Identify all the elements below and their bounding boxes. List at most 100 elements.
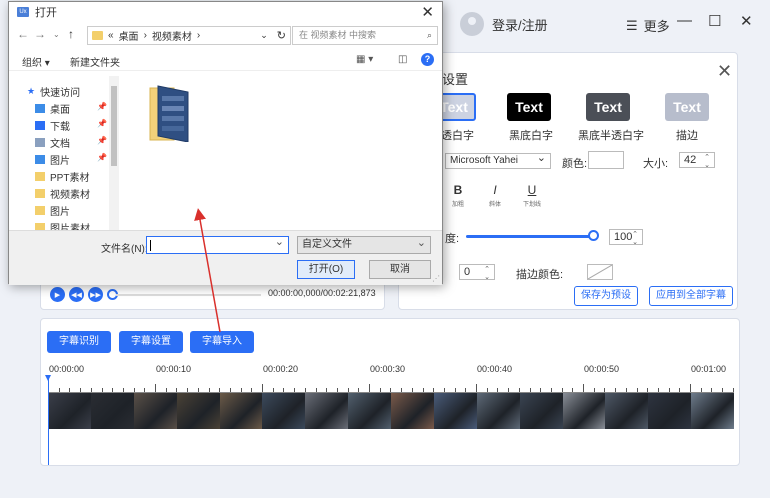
back-arrow-icon[interactable]: ← xyxy=(17,27,29,41)
ruler-tick xyxy=(518,388,520,392)
address-dropdown-icon[interactable]: ⌄ xyxy=(260,30,268,41)
opacity-stepper[interactable]: 100 xyxy=(609,229,643,246)
breadcrumb-overflow[interactable]: « xyxy=(108,30,114,41)
open-button[interactable]: 打开(O) xyxy=(297,260,355,279)
video-frame-thumbnail xyxy=(90,393,134,429)
history-dropdown-icon[interactable]: ⌄ xyxy=(53,30,60,39)
seek-bar[interactable] xyxy=(116,294,261,296)
maximize-button[interactable]: ☐ xyxy=(708,12,721,30)
sidebar-item-label: 图片素材 xyxy=(50,224,90,230)
tab-subtitle-settings[interactable]: 字幕设置 xyxy=(119,331,183,353)
ruler-tick xyxy=(80,388,82,392)
new-folder-button[interactable]: 新建文件夹 xyxy=(70,54,120,69)
video-filmstrip[interactable] xyxy=(48,393,734,429)
address-bar[interactable]: « 桌面 › 视频素材 › ⌄ ↻ xyxy=(87,26,291,45)
sidebar-item[interactable]: 图片 xyxy=(35,203,70,218)
dialog-navbar: ← → ⌄ ↑ « 桌面 › 视频素材 › ⌄ ↻ 在 视频素材 中搜索 ⌕ xyxy=(9,23,442,47)
video-frame-thumbnail xyxy=(348,393,391,429)
rewind-button[interactable]: ◀◀ xyxy=(69,287,84,302)
sidebar-item[interactable]: 图片 xyxy=(35,152,70,167)
filename-input[interactable] xyxy=(146,235,289,254)
pin-icon[interactable]: 📌 xyxy=(97,136,107,145)
login-button[interactable]: 登录/注册 xyxy=(460,12,548,36)
size-stepper[interactable]: 42 xyxy=(679,152,715,169)
close-icon[interactable]: ✕ xyxy=(421,3,434,21)
pin-icon[interactable]: 📌 xyxy=(97,102,107,111)
ruler-tick xyxy=(122,388,124,392)
nav-scrollbar[interactable] xyxy=(109,76,119,230)
search-input[interactable]: 在 视频素材 中搜索 ⌕ xyxy=(292,26,438,45)
stroke-color-picker[interactable] xyxy=(587,264,613,280)
underline-button[interactable]: U 下划线 xyxy=(523,183,541,208)
bold-button[interactable]: B 加粗 xyxy=(452,183,464,208)
download-icon xyxy=(35,121,45,130)
sidebar-item[interactable]: ★ 快速访问 xyxy=(27,84,80,99)
minimize-button[interactable]: — xyxy=(677,12,692,29)
settings-title: 设置 xyxy=(442,72,469,87)
sidebar-item[interactable]: 桌面 xyxy=(35,101,70,116)
folder-icon xyxy=(92,31,103,40)
playhead[interactable] xyxy=(45,375,51,465)
ruler-tick xyxy=(283,388,285,392)
ruler-tick xyxy=(326,388,328,392)
organize-button[interactable]: 组织 ▾ xyxy=(22,54,50,69)
stroke-width-stepper[interactable]: 0 xyxy=(459,264,495,281)
breadcrumb-video-folder[interactable]: 视频素材 xyxy=(152,28,192,43)
ruler-tick xyxy=(347,388,349,392)
sidebar-item[interactable]: PPT素材 xyxy=(35,169,89,184)
sidebar-item[interactable]: 下载 xyxy=(35,118,70,133)
sidebar-item[interactable]: 文档 xyxy=(35,135,70,150)
tab-subtitle-import[interactable]: 字幕导入 xyxy=(190,331,254,353)
scrollbar-thumb[interactable] xyxy=(111,86,117,166)
resize-grip-icon[interactable]: ⋰ xyxy=(432,274,440,283)
font-select[interactable]: Microsoft Yahei xyxy=(445,151,551,169)
refresh-icon[interactable]: ↻ xyxy=(277,29,286,42)
help-icon[interactable]: ? xyxy=(421,53,434,66)
hamburger-icon: ☰ xyxy=(626,17,638,33)
breadcrumb-desktop[interactable]: 桌面 xyxy=(119,28,139,43)
close-window-button[interactable]: ✕ xyxy=(740,12,753,30)
apply-all-button[interactable]: 应用到全部字幕 xyxy=(649,286,733,306)
view-options-icon[interactable]: ▦ ▾ xyxy=(356,54,373,65)
sidebar-item[interactable]: 视频素材 xyxy=(35,186,90,201)
style-black-bg-white[interactable]: Text xyxy=(507,93,551,121)
ruler-tick xyxy=(112,388,114,392)
timeline-ruler[interactable] xyxy=(48,384,734,393)
ruler-tick xyxy=(229,388,231,392)
pin-icon[interactable]: 📌 xyxy=(97,119,107,128)
play-button[interactable]: ▶ xyxy=(50,287,65,302)
ruler-tick xyxy=(411,388,413,392)
style-semi-black-white[interactable]: Text xyxy=(586,93,630,121)
ruler-tick xyxy=(540,388,542,392)
save-preset-button[interactable]: 保存为预设 xyxy=(574,286,638,306)
video-frame-thumbnail xyxy=(476,393,520,429)
forward-arrow-icon[interactable]: → xyxy=(34,27,46,41)
opacity-slider-knob[interactable] xyxy=(588,230,599,241)
italic-button[interactable]: I 斜体 xyxy=(489,183,501,208)
filename-label: 文件名(N): xyxy=(101,244,148,255)
style-outline[interactable]: Text xyxy=(665,93,709,121)
sidebar-item[interactable]: 图片素材 xyxy=(35,220,90,230)
color-picker[interactable] xyxy=(588,151,624,169)
fast-forward-button[interactable]: ▶▶ xyxy=(88,287,103,302)
sidebar-item-label: 下载 xyxy=(50,122,70,133)
tab-subtitle-recognition[interactable]: 字幕识别 xyxy=(47,331,111,353)
up-arrow-icon[interactable]: ↑ xyxy=(68,27,74,41)
opacity-slider[interactable] xyxy=(466,235,594,238)
pin-icon[interactable]: 📌 xyxy=(97,153,107,162)
close-icon[interactable]: ✕ xyxy=(717,61,732,82)
ruler-tick xyxy=(208,388,210,392)
more-menu-button[interactable]: ☰ 更多 xyxy=(626,16,670,35)
ruler-tick xyxy=(315,388,317,392)
login-label: 登录/注册 xyxy=(492,17,548,33)
ruler-tick xyxy=(69,388,71,392)
preview-pane-icon[interactable]: ◫ xyxy=(398,54,407,65)
file-list-area[interactable] xyxy=(120,72,443,230)
ruler-tick xyxy=(550,388,552,392)
tick-label: 00:00:40 xyxy=(477,364,513,374)
cancel-button[interactable]: 取消 xyxy=(369,260,431,279)
italic-caption: 斜体 xyxy=(489,202,502,208)
filetype-select[interactable]: 自定义文件 xyxy=(297,235,431,254)
ruler-tick xyxy=(508,388,510,392)
folder-icon[interactable] xyxy=(148,84,192,142)
